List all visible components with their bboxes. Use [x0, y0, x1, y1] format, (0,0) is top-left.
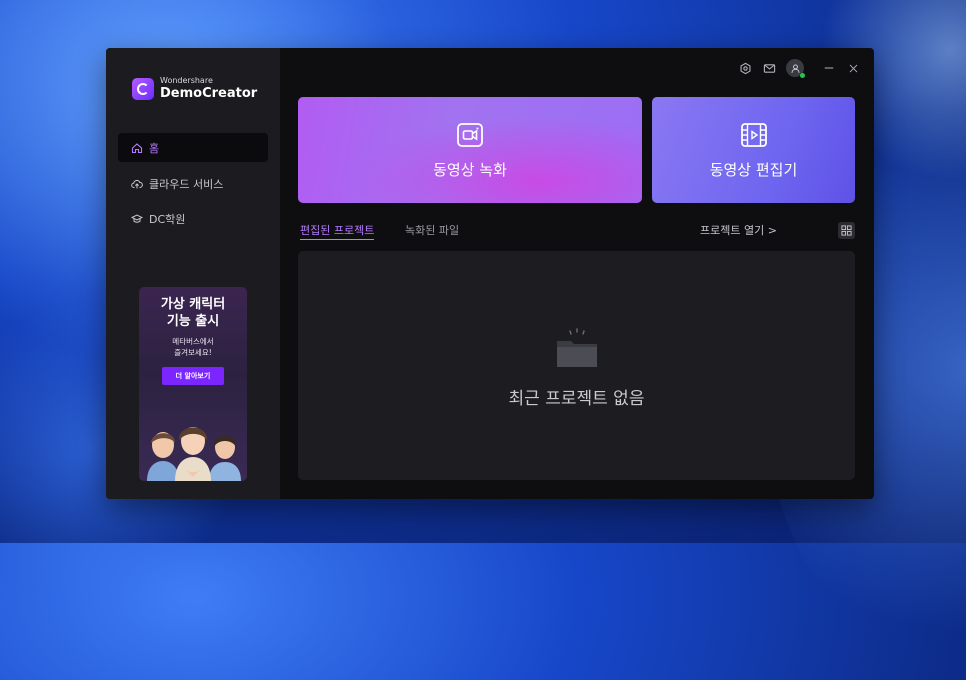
mail-icon[interactable]: [762, 61, 776, 75]
promo-learn-more-button[interactable]: 더 알아보기: [162, 367, 224, 385]
record-video-label: 동영상 녹화: [433, 160, 507, 179]
democreator-logo-icon: [132, 77, 154, 100]
cloud-upload-icon: [131, 179, 143, 188]
user-avatar-icon[interactable]: [786, 59, 805, 78]
grid-view-toggle[interactable]: [838, 222, 855, 239]
sidebar-item-label: DC학원: [149, 212, 186, 226]
home-icon: [131, 142, 143, 153]
sidebar-item-label: 홈: [149, 141, 160, 155]
promo-title: 가상 캐릭터 기능 출시: [160, 297, 226, 329]
video-editor-label: 동영상 편집기: [709, 160, 798, 179]
sidebar-item-cloud[interactable]: 클라우드 서비스: [118, 169, 268, 198]
sidebar-item-label: 클라우드 서비스: [149, 177, 224, 191]
promo-subtitle: 메타버스에서 즐겨보세요!: [172, 337, 214, 357]
sidebar-item-home[interactable]: 홈: [118, 133, 268, 162]
sidebar: Wondershare DemoCreator 홈 클라우드 서비스 DC학원 …: [106, 48, 280, 499]
graduation-cap-icon: [131, 213, 143, 223]
window-controls: [738, 59, 860, 78]
minimize-icon[interactable]: [822, 61, 836, 75]
app-window: Wondershare DemoCreator 홈 클라우드 서비스 DC학원 …: [106, 48, 874, 499]
empty-state-text: 최근 프로젝트 없음: [508, 389, 645, 409]
promo-banner[interactable]: 가상 캐릭터 기능 출시 메타버스에서 즐겨보세요! 더 알아보기: [139, 287, 247, 481]
open-project-link[interactable]: 프로젝트 열기 >: [700, 222, 777, 238]
online-status-dot: [800, 73, 805, 78]
app-logo: Wondershare DemoCreator: [132, 77, 257, 100]
film-edit-icon: [740, 122, 767, 147]
recent-projects-panel: 최근 프로젝트 없음: [298, 251, 855, 480]
virtual-characters-illustration: [147, 427, 241, 481]
video-record-icon: [457, 122, 483, 147]
brand-name: DemoCreator: [160, 86, 258, 101]
sidebar-item-dc-academy[interactable]: DC학원: [118, 204, 268, 233]
tab-recorded-files[interactable]: 녹화된 파일: [405, 222, 459, 238]
video-editor-card[interactable]: 동영상 편집기: [652, 97, 855, 203]
tab-edited-projects[interactable]: 편집된 프로젝트: [300, 222, 375, 240]
brand-small: Wondershare: [160, 76, 213, 85]
close-icon[interactable]: [846, 61, 860, 75]
empty-folder-icon: [557, 328, 597, 367]
settings-icon[interactable]: [738, 61, 752, 75]
record-video-card[interactable]: 동영상 녹화: [298, 97, 642, 203]
grid-view-icon: [841, 225, 852, 236]
